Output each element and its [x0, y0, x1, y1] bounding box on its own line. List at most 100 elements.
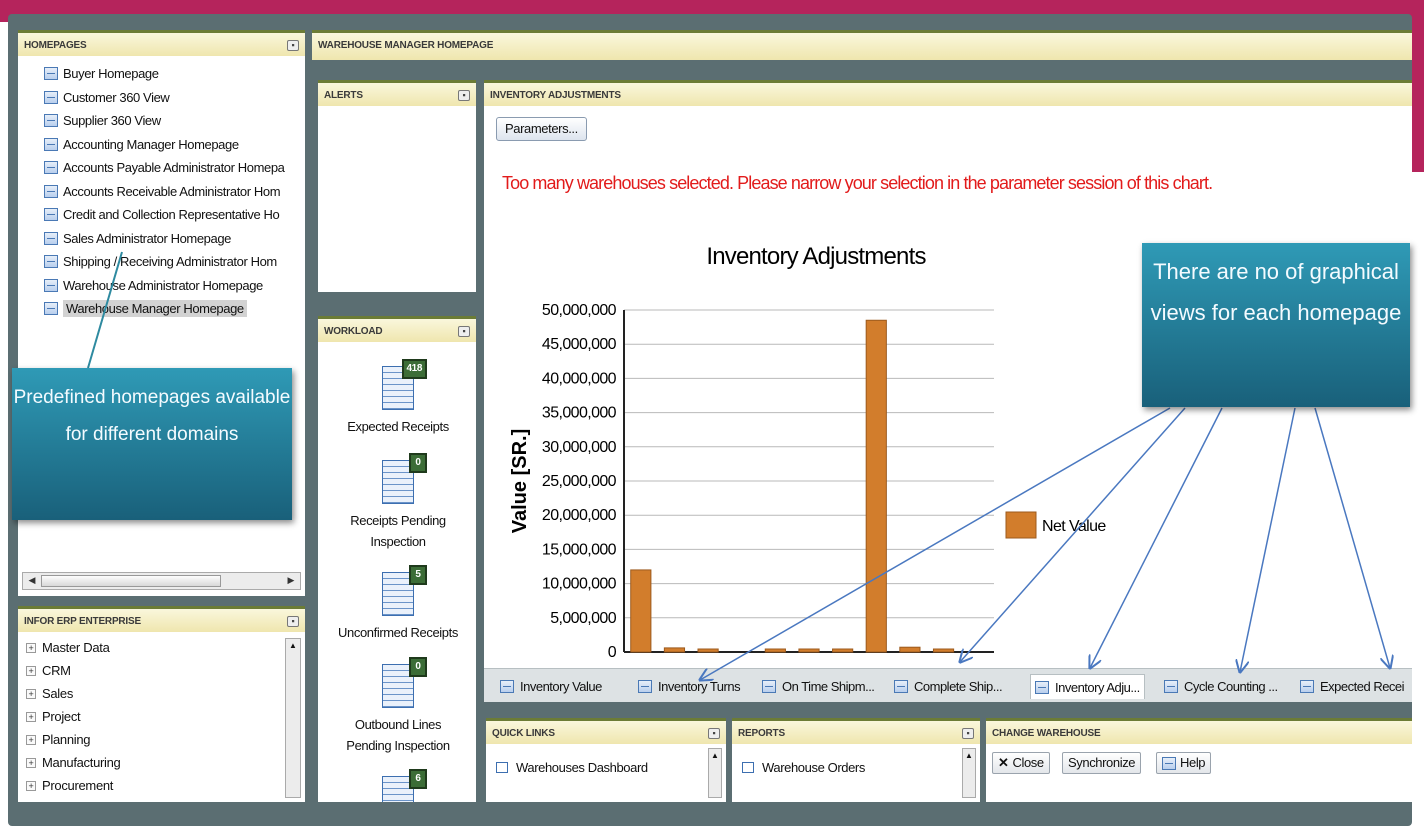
change-warehouse-header: CHANGE WAREHOUSE	[986, 718, 1412, 744]
collapse-icon[interactable]: ▪	[962, 728, 974, 739]
callout-predefined-homepages: Predefined homepages available for diffe…	[12, 368, 292, 520]
vertical-scrollbar[interactable]: ▲	[708, 748, 722, 798]
homepage-item[interactable]: Accounts Receivable Administrator Hom	[44, 180, 305, 204]
vertical-scrollbar[interactable]: ▲	[285, 638, 301, 798]
erp-title: INFOR ERP ENTERPRISE	[24, 616, 141, 627]
report-item[interactable]: Warehouse Orders	[742, 760, 865, 775]
workload-header: WORKLOAD ▪	[318, 316, 476, 342]
quick-link-item[interactable]: Warehouses Dashboard	[496, 760, 648, 775]
scroll-right-icon[interactable]: ▶	[284, 575, 298, 587]
homepage-item[interactable]: Supplier 360 View	[44, 109, 305, 133]
homepage-icon	[44, 184, 58, 198]
erp-panel: INFOR ERP ENTERPRISE ▪ + Master Data + CRM +…	[18, 606, 305, 802]
collapse-icon[interactable]: ▪	[287, 616, 299, 627]
homepage-label: Accounting Manager Homepage	[63, 136, 239, 152]
main-header-panel: WAREHOUSE MANAGER HOMEPAGE	[312, 30, 1412, 60]
workload-label: Unconfirmed Receipts	[338, 625, 458, 640]
erp-menu-item[interactable]: + Sales	[26, 682, 305, 705]
y-tick-label: 40,000,000	[542, 370, 617, 387]
homepage-item[interactable]: Buyer Homepage	[44, 62, 305, 86]
help-icon	[1162, 756, 1176, 770]
link-icon	[742, 762, 754, 773]
bar	[865, 319, 887, 653]
homepage-item[interactable]: Warehouse Administrator Homepage	[44, 274, 305, 298]
y-tick-label: 25,000,000	[542, 473, 617, 490]
vertical-scrollbar[interactable]: ▲	[962, 748, 976, 798]
chart-tabstrip: Inventory Value Inventory Turns On Time Sh…	[484, 668, 1412, 702]
close-button[interactable]: ✕ Close	[992, 752, 1050, 774]
chart-tab[interactable]: Inventory Turns	[634, 674, 744, 699]
collapse-icon[interactable]: ▪	[458, 326, 470, 337]
scroll-left-icon[interactable]: ◀	[25, 575, 39, 587]
expand-icon[interactable]: +	[26, 734, 36, 745]
homepage-item[interactable]: Warehouse Manager Homepage	[44, 297, 305, 321]
count-badge: 6	[409, 769, 427, 789]
expand-icon[interactable]: +	[26, 642, 36, 653]
collapse-icon[interactable]: ▪	[458, 90, 470, 101]
homepage-icon	[44, 278, 58, 292]
homepages-title: HOMEPAGES	[24, 40, 87, 51]
chart-tab[interactable]: On Time Shipm...	[758, 674, 878, 699]
chart-tab[interactable]: Cycle Counting ...	[1160, 674, 1282, 699]
erp-menu-item[interactable]: + Manufacturing	[26, 751, 305, 774]
horizontal-scrollbar[interactable]: ◀ ▶	[22, 572, 301, 590]
bar	[764, 648, 786, 653]
homepage-item[interactable]: Accounting Manager Homepage	[44, 133, 305, 157]
expand-icon[interactable]: +	[26, 688, 36, 699]
scroll-up-icon[interactable]: ▲	[286, 641, 300, 650]
collapse-icon[interactable]: ▪	[708, 728, 720, 739]
homepage-label: Sales Administrator Homepage	[63, 230, 232, 246]
erp-menu-item[interactable]: + Planning	[26, 728, 305, 751]
chart-tab[interactable]: Inventory Adju...	[1030, 674, 1145, 699]
erp-menu-item[interactable]: + Project	[26, 705, 305, 728]
expand-icon[interactable]: +	[26, 711, 36, 722]
homepage-item[interactable]: Shipping / Receiving Administrator Hom	[44, 250, 305, 274]
erp-menu-item[interactable]: + CRM	[26, 659, 305, 682]
homepage-list: Buyer Homepage Customer 360 View Supplier …	[18, 56, 305, 321]
chart-tab-icon	[1300, 680, 1314, 693]
bar	[697, 648, 719, 653]
expand-icon[interactable]: +	[26, 665, 36, 676]
bar	[832, 648, 854, 653]
right-brand-band	[1412, 22, 1424, 172]
homepage-label: Credit and Collection Representative Ho	[63, 207, 280, 223]
homepages-header: HOMEPAGES ▪	[18, 30, 305, 56]
chart-tab[interactable]: Complete Ship...	[890, 674, 1006, 699]
synchronize-button[interactable]: Synchronize	[1062, 752, 1142, 774]
erp-menu-label: Sales	[42, 686, 74, 701]
change-warehouse-panel: CHANGE WAREHOUSE ✕ Close Synchronize Help	[986, 718, 1412, 802]
erp-menu-item[interactable]: + Master Data	[26, 636, 305, 659]
homepage-icon	[44, 90, 58, 104]
scroll-up-icon[interactable]: ▲	[963, 751, 975, 760]
workload-item-outbound-lines[interactable]: 0 Outbound Lines Pending Inspection	[318, 657, 476, 756]
homepage-item[interactable]: Accounts Payable Administrator Homepa	[44, 156, 305, 180]
homepage-item[interactable]: Credit and Collection Representative Ho	[44, 203, 305, 227]
callout-graphical-views: There are no of graphical views for each…	[1142, 243, 1410, 407]
homepage-icon	[44, 231, 58, 245]
chart-tab[interactable]: Expected Recei	[1296, 674, 1408, 699]
collapse-icon[interactable]: ▪	[287, 40, 299, 51]
workload-item-more[interactable]: 6	[318, 769, 476, 802]
y-tick-label: 35,000,000	[542, 405, 617, 422]
workload-item-expected-receipts[interactable]: 418 Expected Receipts	[318, 359, 476, 437]
homepage-item[interactable]: Sales Administrator Homepage	[44, 227, 305, 251]
bar	[798, 648, 820, 653]
erp-menu-label: Planning	[42, 732, 91, 747]
workload-item-receipts-pending-inspection[interactable]: 0 Receipts Pending Inspection	[318, 453, 476, 552]
help-button[interactable]: Help	[1156, 752, 1212, 774]
count-badge: 5	[409, 565, 427, 585]
chart-tab[interactable]: Inventory Value	[496, 674, 606, 699]
workload-title: WORKLOAD	[324, 326, 383, 337]
scrollbar-thumb[interactable]	[41, 575, 221, 587]
page-title: WAREHOUSE MANAGER HOMEPAGE	[318, 40, 494, 51]
parameters-button[interactable]: Parameters...	[496, 117, 587, 141]
homepage-item[interactable]: Customer 360 View	[44, 86, 305, 110]
legend-swatch	[1005, 511, 1037, 539]
expand-icon[interactable]: +	[26, 757, 36, 768]
expand-icon[interactable]: +	[26, 780, 36, 791]
workload-item-unconfirmed-receipts[interactable]: 5 Unconfirmed Receipts	[318, 565, 476, 643]
erp-menu-item[interactable]: + Procurement	[26, 774, 305, 797]
scroll-up-icon[interactable]: ▲	[709, 751, 721, 760]
homepage-label: Warehouse Administrator Homepage	[63, 277, 263, 293]
quick-links-title: QUICK LINKS	[492, 728, 555, 739]
